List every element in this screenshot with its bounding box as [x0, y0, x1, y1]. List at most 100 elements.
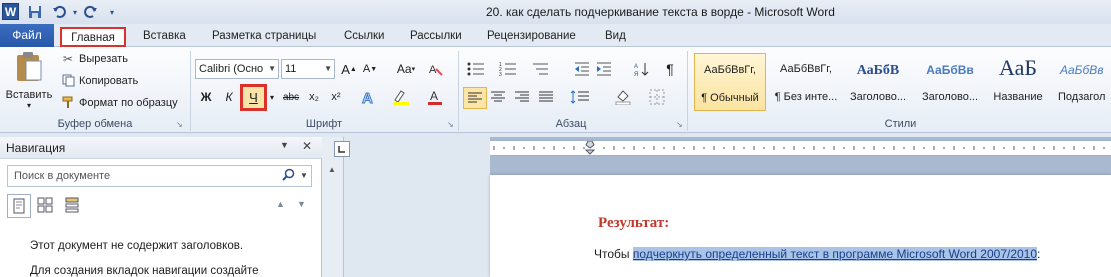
- tab-mailings[interactable]: Рассылки: [410, 27, 462, 47]
- highlight-color-icon[interactable]: [388, 87, 416, 107]
- style-normal[interactable]: АаБбВвГг, ¶ Обычный: [694, 53, 766, 111]
- headings-view-tab[interactable]: [7, 194, 31, 218]
- multilevel-list-icon[interactable]: [528, 59, 552, 79]
- window-title: 20. как сделать подчеркивание текста в в…: [486, 5, 835, 19]
- align-right-icon[interactable]: [512, 87, 532, 107]
- style-sample: АаБбВв: [1060, 63, 1104, 77]
- document-heading: Результат:: [598, 215, 670, 231]
- title-bar: W ▾ ▾ 20. как сделать подчеркивание текс…: [0, 0, 1111, 24]
- style-sample: АаБбВвГг,: [780, 63, 832, 75]
- style-heading-1[interactable]: АаБбВ Заголово...: [842, 53, 914, 111]
- superscript-button[interactable]: x²: [326, 87, 346, 107]
- word-logo-icon[interactable]: W: [2, 3, 19, 20]
- font-group-label: Шрифт: [305, 118, 343, 130]
- font-launcher-icon[interactable]: ↘: [447, 120, 454, 129]
- font-color-icon[interactable]: A: [422, 87, 450, 107]
- save-icon[interactable]: [26, 3, 44, 21]
- clear-formatting-icon[interactable]: A: [426, 59, 446, 79]
- style-name: Заголово...: [921, 91, 979, 103]
- font-size-combo[interactable]: 11 ▼: [281, 59, 335, 79]
- horizontal-ruler[interactable]: [490, 140, 1111, 156]
- clipboard-launcher-icon[interactable]: ↘: [176, 120, 183, 129]
- thumbnails-icon: [37, 197, 53, 213]
- justify-icon[interactable]: [536, 87, 556, 107]
- tab-page-layout[interactable]: Разметка страницы: [212, 27, 316, 47]
- clipboard-icon: [14, 51, 44, 83]
- document-page[interactable]: Результат: Чтобы подчеркнуть определенны…: [490, 175, 1111, 277]
- tab-selector-icon[interactable]: [334, 141, 350, 157]
- style-sample: АаБбВв: [926, 63, 974, 77]
- tab-references[interactable]: Ссылки: [344, 27, 385, 47]
- scroll-up-icon[interactable]: ▲: [328, 165, 336, 174]
- tab-home[interactable]: Главная: [60, 27, 126, 47]
- next-result-icon[interactable]: ▼: [297, 199, 306, 209]
- navigation-title: Навигация: [6, 141, 66, 155]
- navigation-scrollbar[interactable]: ▲: [322, 137, 344, 277]
- document-left-margin: [344, 137, 490, 277]
- paste-button[interactable]: Вставить ▾: [4, 51, 54, 111]
- shading-icon[interactable]: [610, 87, 638, 107]
- change-case-button[interactable]: Aa ▾: [392, 59, 420, 79]
- tab-insert[interactable]: Вставка: [143, 27, 186, 47]
- document-outline-icon: [13, 198, 25, 214]
- increase-indent-icon[interactable]: [594, 59, 614, 79]
- borders-icon[interactable]: [644, 87, 670, 107]
- document-paragraph[interactable]: Чтобы подчеркнуть определенный текст в п…: [594, 247, 1040, 261]
- underline-button[interactable]: Ч: [240, 84, 267, 111]
- close-icon[interactable]: ✕: [302, 139, 312, 153]
- tab-view[interactable]: Вид: [605, 27, 626, 47]
- align-left-icon[interactable]: [463, 87, 487, 109]
- strikethrough-button[interactable]: abc: [280, 87, 302, 107]
- font-name-value: Calibri (Осно: [199, 63, 264, 75]
- ribbon: Вставить ▾ ✂ Вырезать Копировать Формат …: [0, 47, 1111, 133]
- search-dropdown-icon[interactable]: ▼: [300, 171, 308, 180]
- pages-view-tab[interactable]: [34, 194, 58, 218]
- pilcrow-icon[interactable]: ¶: [660, 59, 680, 79]
- bold-button[interactable]: Ж: [196, 87, 216, 107]
- results-view-tab[interactable]: [61, 194, 85, 218]
- paragraph-launcher-icon[interactable]: ↘: [676, 120, 683, 129]
- chevron-down-icon: ▼: [324, 64, 332, 73]
- copy-button[interactable]: Копировать: [60, 74, 138, 87]
- previous-result-icon[interactable]: ▲: [276, 199, 285, 209]
- style-title[interactable]: АаБ Название: [982, 53, 1054, 111]
- style-name: Подзагол: [1058, 91, 1106, 103]
- cut-button[interactable]: ✂ Вырезать: [60, 52, 128, 66]
- tab-file[interactable]: Файл: [0, 24, 54, 47]
- style-subtitle[interactable]: АаБбВв Подзагол: [1052, 53, 1111, 111]
- style-sample: АаБбВвГг,: [704, 64, 756, 76]
- underline-dropdown-icon[interactable]: ▾: [267, 87, 277, 107]
- text-effects-icon[interactable]: A: [357, 87, 381, 107]
- sort-icon[interactable]: AЯ: [632, 59, 652, 79]
- font-name-combo[interactable]: Calibri (Осно ▼: [195, 59, 279, 79]
- decrease-indent-icon[interactable]: [572, 59, 592, 79]
- redo-icon[interactable]: [82, 3, 100, 21]
- search-icon[interactable]: [282, 168, 295, 184]
- paintbrush-icon: [60, 96, 76, 109]
- numbering-icon[interactable]: 123: [496, 59, 520, 79]
- navigation-pane: Навигация ▼ ✕ Поиск в документе ▼ ▲ ▼ Эт…: [0, 137, 322, 277]
- subscript-button[interactable]: x₂: [304, 87, 324, 107]
- chevron-down-icon: ▼: [268, 64, 276, 73]
- italic-button[interactable]: К: [219, 87, 239, 107]
- style-no-spacing[interactable]: АаБбВвГг, ¶ Без инте...: [770, 53, 842, 111]
- cut-label: Вырезать: [79, 53, 128, 65]
- selected-text[interactable]: подчеркнуть определенный текст в програм…: [632, 247, 1038, 261]
- align-center-icon[interactable]: [488, 87, 508, 107]
- svg-text:A: A: [634, 64, 638, 70]
- format-painter-button[interactable]: Формат по образцу: [60, 96, 178, 109]
- empty-message-line2: Для создания вкладок навигации создайте: [30, 265, 259, 277]
- customize-toolbar-icon[interactable]: ▾: [103, 3, 121, 21]
- pane-options-icon[interactable]: ▼: [280, 140, 289, 150]
- shrink-font-button[interactable]: A ▼: [360, 59, 380, 79]
- line-spacing-icon[interactable]: [566, 87, 594, 107]
- grow-font-button[interactable]: A ▲: [339, 59, 359, 79]
- bullets-icon[interactable]: [464, 59, 488, 79]
- tab-review[interactable]: Рецензирование: [487, 27, 576, 47]
- search-placeholder: Поиск в документе: [14, 170, 111, 182]
- ribbon-tab-bar: Файл Главная Вставка Разметка страницы С…: [0, 24, 1111, 47]
- search-input[interactable]: Поиск в документе: [7, 165, 312, 187]
- style-heading-2[interactable]: АаБбВв Заголово...: [914, 53, 986, 111]
- svg-text:A: A: [362, 90, 373, 106]
- paragraph-group-label: Абзац: [555, 118, 587, 130]
